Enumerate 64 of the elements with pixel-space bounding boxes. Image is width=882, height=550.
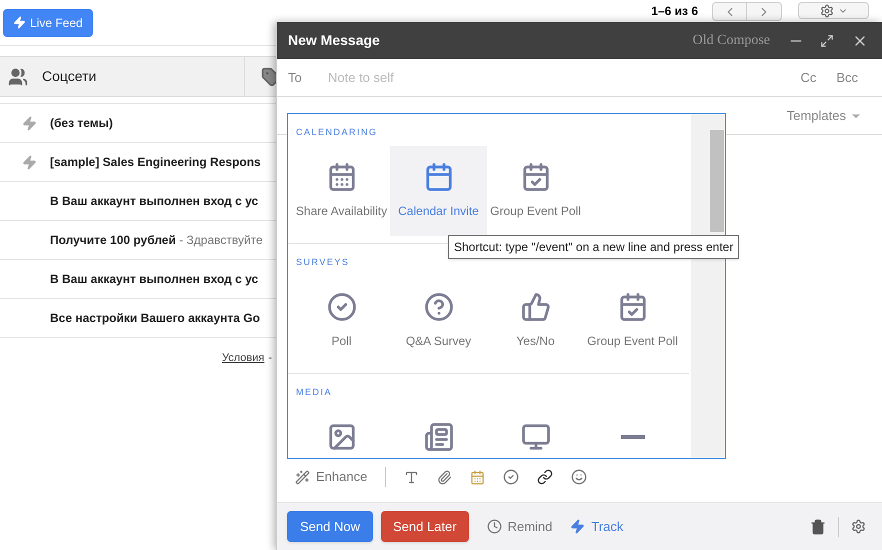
separator-text: - (268, 351, 272, 366)
question-icon (424, 292, 454, 322)
image-icon (326, 422, 356, 452)
insert-option[interactable]: Poll (293, 276, 390, 366)
gear-icon (820, 4, 834, 18)
calendar-check-icon (520, 162, 550, 192)
terms-link[interactable]: Условия (222, 350, 264, 366)
cc-link[interactable]: Cc (800, 68, 816, 88)
settings-icon[interactable] (851, 519, 866, 534)
monitor-icon (520, 422, 550, 452)
people-icon (8, 66, 28, 86)
check-circle-icon (326, 292, 356, 322)
expand-icon[interactable] (820, 34, 834, 48)
send-now-button[interactable]: Send Now (287, 511, 373, 542)
bcc-link[interactable]: Bcc (836, 68, 858, 88)
trash-icon[interactable] (810, 518, 826, 534)
settings-button[interactable] (798, 2, 869, 19)
calendar-grid-icon (326, 162, 356, 192)
bolt-icon (13, 16, 26, 29)
send-later-button[interactable]: Send Later (380, 511, 469, 542)
to-label: To (288, 68, 303, 87)
page-count: 1–6 из 6 (651, 3, 698, 20)
section-title: MEDIA (296, 387, 332, 397)
email-subject: В Ваш аккаунт выполнен вход с ус (50, 193, 258, 210)
category-tab[interactable]: Соцсети (0, 57, 245, 96)
old-compose-link[interactable]: Old Compose (692, 30, 770, 51)
clock-icon (486, 519, 502, 534)
calendar-check-icon (618, 292, 648, 322)
section-title: CALENDARING (296, 127, 378, 137)
to-field[interactable]: Note to self (328, 68, 800, 88)
track-button[interactable]: Track (570, 516, 624, 536)
bolt-icon (22, 154, 36, 170)
email-subject: В Ваш аккаунт выполнен вход с ус (50, 271, 258, 288)
link-icon[interactable] (537, 469, 554, 485)
emoji-icon[interactable] (571, 469, 588, 485)
live-feed-button[interactable]: Live Feed (3, 8, 93, 36)
insert-option[interactable]: Share Availability (293, 146, 390, 236)
check-circle-icon[interactable] (503, 469, 520, 485)
calendar-icon (424, 162, 454, 192)
email-subject: (без темы) (50, 115, 113, 132)
bolt-icon (570, 519, 586, 534)
email-subject: Все настройки Вашего аккаунта Go (50, 310, 260, 327)
insert-option[interactable]: Group Event Poll (487, 146, 584, 236)
insert-option[interactable]: Calendar Invite (390, 146, 487, 236)
email-subject: [sample] Sales Engineering Respons (50, 154, 261, 171)
insert-option[interactable]: Q&A Survey (390, 276, 487, 366)
bolt-icon (22, 116, 36, 130)
templates-dropdown[interactable]: Templates (786, 106, 862, 126)
window-title: New Message (288, 31, 380, 50)
section-title: SURVEYS (296, 257, 350, 267)
thumbs-up-icon (520, 292, 550, 322)
email-subject: Получите 100 рублей (50, 232, 176, 249)
enhance-button[interactable]: Enhance (295, 467, 368, 487)
remind-button[interactable]: Remind (486, 516, 552, 536)
email-snippet: - Здравствуйте (178, 232, 263, 249)
attach-icon[interactable] (437, 470, 452, 484)
newspaper-icon (424, 422, 454, 452)
calendar-icon[interactable] (470, 470, 486, 484)
insert-option[interactable]: Group Event Poll (584, 276, 681, 366)
dash-icon (620, 435, 644, 439)
insert-option[interactable]: Yes/No (487, 276, 584, 366)
wand-icon (295, 470, 310, 484)
text-format-icon[interactable] (404, 470, 420, 484)
tooltip: Shortcut: type "/event" on a new line and press enter (448, 235, 740, 259)
